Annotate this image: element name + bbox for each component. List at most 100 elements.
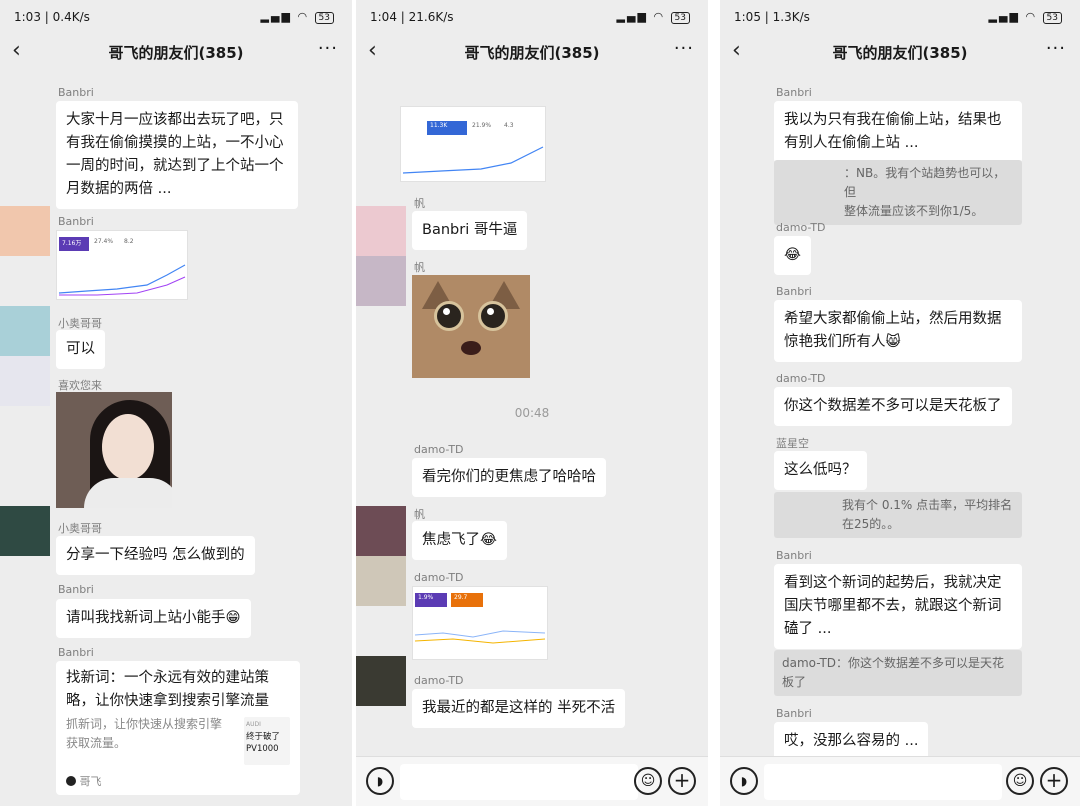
input-bar: ◗ ☺ + xyxy=(720,756,1080,806)
message-bubble[interactable]: 😂 xyxy=(774,236,811,275)
emoji-icon[interactable]: ☺ xyxy=(634,767,662,795)
voice-icon[interactable]: ◗ xyxy=(730,767,758,795)
sender-name: damo-TD xyxy=(776,221,826,234)
kpi-tile: 29.7 xyxy=(451,593,483,607)
kpi-tile: 11.3K xyxy=(427,121,467,135)
card-description: 抓新词，让你快速从搜索引擎 获取流量。 xyxy=(66,715,222,753)
message-line: 惊艳我们所有人😸 xyxy=(784,334,901,350)
status-bar: 1:05 | 1.3K/s ▂▄▆ ◠ 53 xyxy=(720,0,1080,34)
message-line: 磕了 ... xyxy=(784,621,832,637)
kpi-tile: 21.9% xyxy=(472,122,492,129)
sender-name: Banbri xyxy=(58,583,94,596)
sender-name: Banbri xyxy=(58,646,94,659)
input-bar: ◗ ☺ + xyxy=(356,756,708,806)
chat-title: 哥飞的朋友们(385) xyxy=(108,44,244,62)
message-bubble[interactable]: 这么低吗？ xyxy=(774,451,867,490)
card-source: 哥飞 xyxy=(66,773,102,789)
sender-name: Banbri xyxy=(58,215,94,228)
message-bubble[interactable]: 分享一下经验吗 怎么做到的 xyxy=(56,536,255,575)
message-bubble[interactable]: 我最近的都是这样的 半死不活 xyxy=(412,689,626,728)
more-dots-icon[interactable]: ··· xyxy=(318,38,338,59)
trend-line-graphic xyxy=(402,146,544,174)
message-line: 国庆节哪里都不去，就跟这个新词 xyxy=(784,598,1002,614)
sender-name: damo-TD xyxy=(414,674,464,687)
message-bubble[interactable]: 希望大家都偷偷上站，然后用数据 惊艳我们所有人😸 xyxy=(774,300,1022,362)
message-bubble[interactable]: 请叫我找新词上站小能手😁 xyxy=(56,599,251,638)
photo-face xyxy=(102,414,154,480)
chat-panel-3: 1:05 | 1.3K/s ▂▄▆ ◠ 53 ‹ 哥飞的朋友们(385) ···… xyxy=(720,0,1080,806)
plus-icon[interactable]: + xyxy=(668,767,696,795)
quote-line: 在25的。。 xyxy=(842,517,900,531)
chart-screenshot-image[interactable]: 11.3K 21.9% 4.3 xyxy=(400,106,546,182)
chart-screenshot-image[interactable]: 7.16万 27.4% 8.2 xyxy=(56,230,188,300)
wifi-icon: ◠ xyxy=(297,10,310,23)
status-time: 1:04 | 21.6K/s xyxy=(370,10,454,24)
message-bubble[interactable]: Banbri 哥牛逼 xyxy=(412,211,528,250)
message-line: 有我在偷偷摸摸的上站，一不小心 xyxy=(66,135,284,151)
message-bubble[interactable]: 看完你们的更焦虑了哈哈哈 xyxy=(412,458,606,497)
avatar[interactable] xyxy=(0,506,50,556)
sender-name: damo-TD xyxy=(776,372,826,385)
message-bubble[interactable]: 看到这个新词的起势后，我就决定 国庆节哪里都不去，就跟这个新词 磕了 ... xyxy=(774,564,1022,649)
status-icons: ▂▄▆ ◠ 53 xyxy=(261,10,334,24)
quote-line: damo-TD：你这个数据差不多可以是天花 xyxy=(782,656,1005,670)
kpi-tile: 7.16万 xyxy=(59,237,89,251)
message-line: 我以为只有我在偷偷上站，结果也 xyxy=(784,112,1002,128)
cat-sticker[interactable] xyxy=(412,275,530,378)
card-source-name: 哥飞 xyxy=(79,775,102,788)
avatar[interactable] xyxy=(356,506,406,556)
message-line: 月数据的两倍 ... xyxy=(66,181,172,197)
emoji-icon[interactable]: ☺ xyxy=(1006,767,1034,795)
avatar[interactable] xyxy=(356,256,406,306)
avatar[interactable] xyxy=(0,206,50,256)
sender-name: 帆 xyxy=(414,197,425,210)
message-line: 大家十月一应该都出去玩了吧，只 xyxy=(66,112,284,128)
avatar[interactable] xyxy=(356,556,406,606)
chat-title: 哥飞的朋友们(385) xyxy=(832,44,968,62)
message-bubble[interactable]: 焦虑飞了😂 xyxy=(412,521,507,560)
voice-icon[interactable]: ◗ xyxy=(366,767,394,795)
cat-mouth xyxy=(461,341,481,355)
more-dots-icon[interactable]: ··· xyxy=(1046,38,1066,59)
card-desc-line: 获取流量。 xyxy=(66,736,127,750)
sender-name: damo-TD xyxy=(414,571,464,584)
plus-icon[interactable]: + xyxy=(1040,767,1068,795)
message-bubble[interactable]: 大家十月一应该都出去玩了吧，只 有我在偷偷摸摸的上站，一不小心 一周的时间，就达… xyxy=(56,101,298,209)
article-link-card[interactable]: 找新词：一个永远有效的建站策 略，让你快速拿到搜索引擎流量 抓新词，让你快速从搜… xyxy=(56,661,300,795)
quoted-message[interactable]: damo-TD：你这个数据差不多可以是天花 板了 xyxy=(774,650,1022,696)
avatar[interactable] xyxy=(0,306,50,356)
message-line: 看到这个新词的起势后，我就决定 xyxy=(784,575,1002,591)
more-dots-icon[interactable]: ··· xyxy=(674,38,694,59)
message-bubble[interactable]: 可以 xyxy=(56,330,105,369)
trend-line-graphic xyxy=(414,630,546,644)
avatar[interactable] xyxy=(356,656,406,706)
quote-line: 我有个 0.1% 点击率，平均排名 xyxy=(842,498,1013,512)
quoted-message[interactable]: 我有个 0.1% 点击率，平均排名 在25的。。 xyxy=(774,492,1022,538)
chart-screenshot-image[interactable]: 1.9% 29.7 xyxy=(412,586,548,660)
chat-header: ‹ 哥飞的朋友们(385) ··· xyxy=(356,36,708,70)
sender-name: Banbri xyxy=(776,707,812,720)
signal-icon: ▂▄▆ xyxy=(260,10,292,23)
wifi-icon: ◠ xyxy=(1025,10,1038,23)
wifi-icon: ◠ xyxy=(653,10,666,23)
battery-icon: 53 xyxy=(1042,12,1062,24)
message-input[interactable] xyxy=(400,764,638,800)
quoted-message[interactable]: ：NB。我有个站趋势也可以，但 整体流量应该不到你1/5。 xyxy=(774,160,1022,225)
sender-name: damo-TD xyxy=(414,443,464,456)
status-icons: ▂▄▆ ◠ 53 xyxy=(617,10,690,24)
cat-eye xyxy=(478,301,508,331)
chat-panel-1: 1:03 | 0.4K/s ▂▄▆ ◠ 53 ‹ 哥飞的朋友们(385) ···… xyxy=(0,0,352,806)
card-title-line: 找新词：一个永远有效的建站策 xyxy=(66,670,269,686)
avatar[interactable] xyxy=(356,206,406,256)
kpi-tile: 1.9% xyxy=(415,593,447,607)
message-input[interactable] xyxy=(764,764,1002,800)
signal-icon: ▂▄▆ xyxy=(988,10,1020,23)
avatar[interactable] xyxy=(0,356,50,406)
sender-name: Banbri xyxy=(776,285,812,298)
quote-line: 整体流量应该不到你1/5。 xyxy=(844,204,984,218)
sender-name: 小奥哥哥 xyxy=(58,317,102,330)
message-bubble[interactable]: 我以为只有我在偷偷上站，结果也 有别人在偷偷上站 ... xyxy=(774,101,1022,163)
status-bar: 1:04 | 21.6K/s ▂▄▆ ◠ 53 xyxy=(356,0,708,34)
message-bubble[interactable]: 你这个数据差不多可以是天花板了 xyxy=(774,387,1012,426)
selfie-photo[interactable] xyxy=(56,392,172,508)
